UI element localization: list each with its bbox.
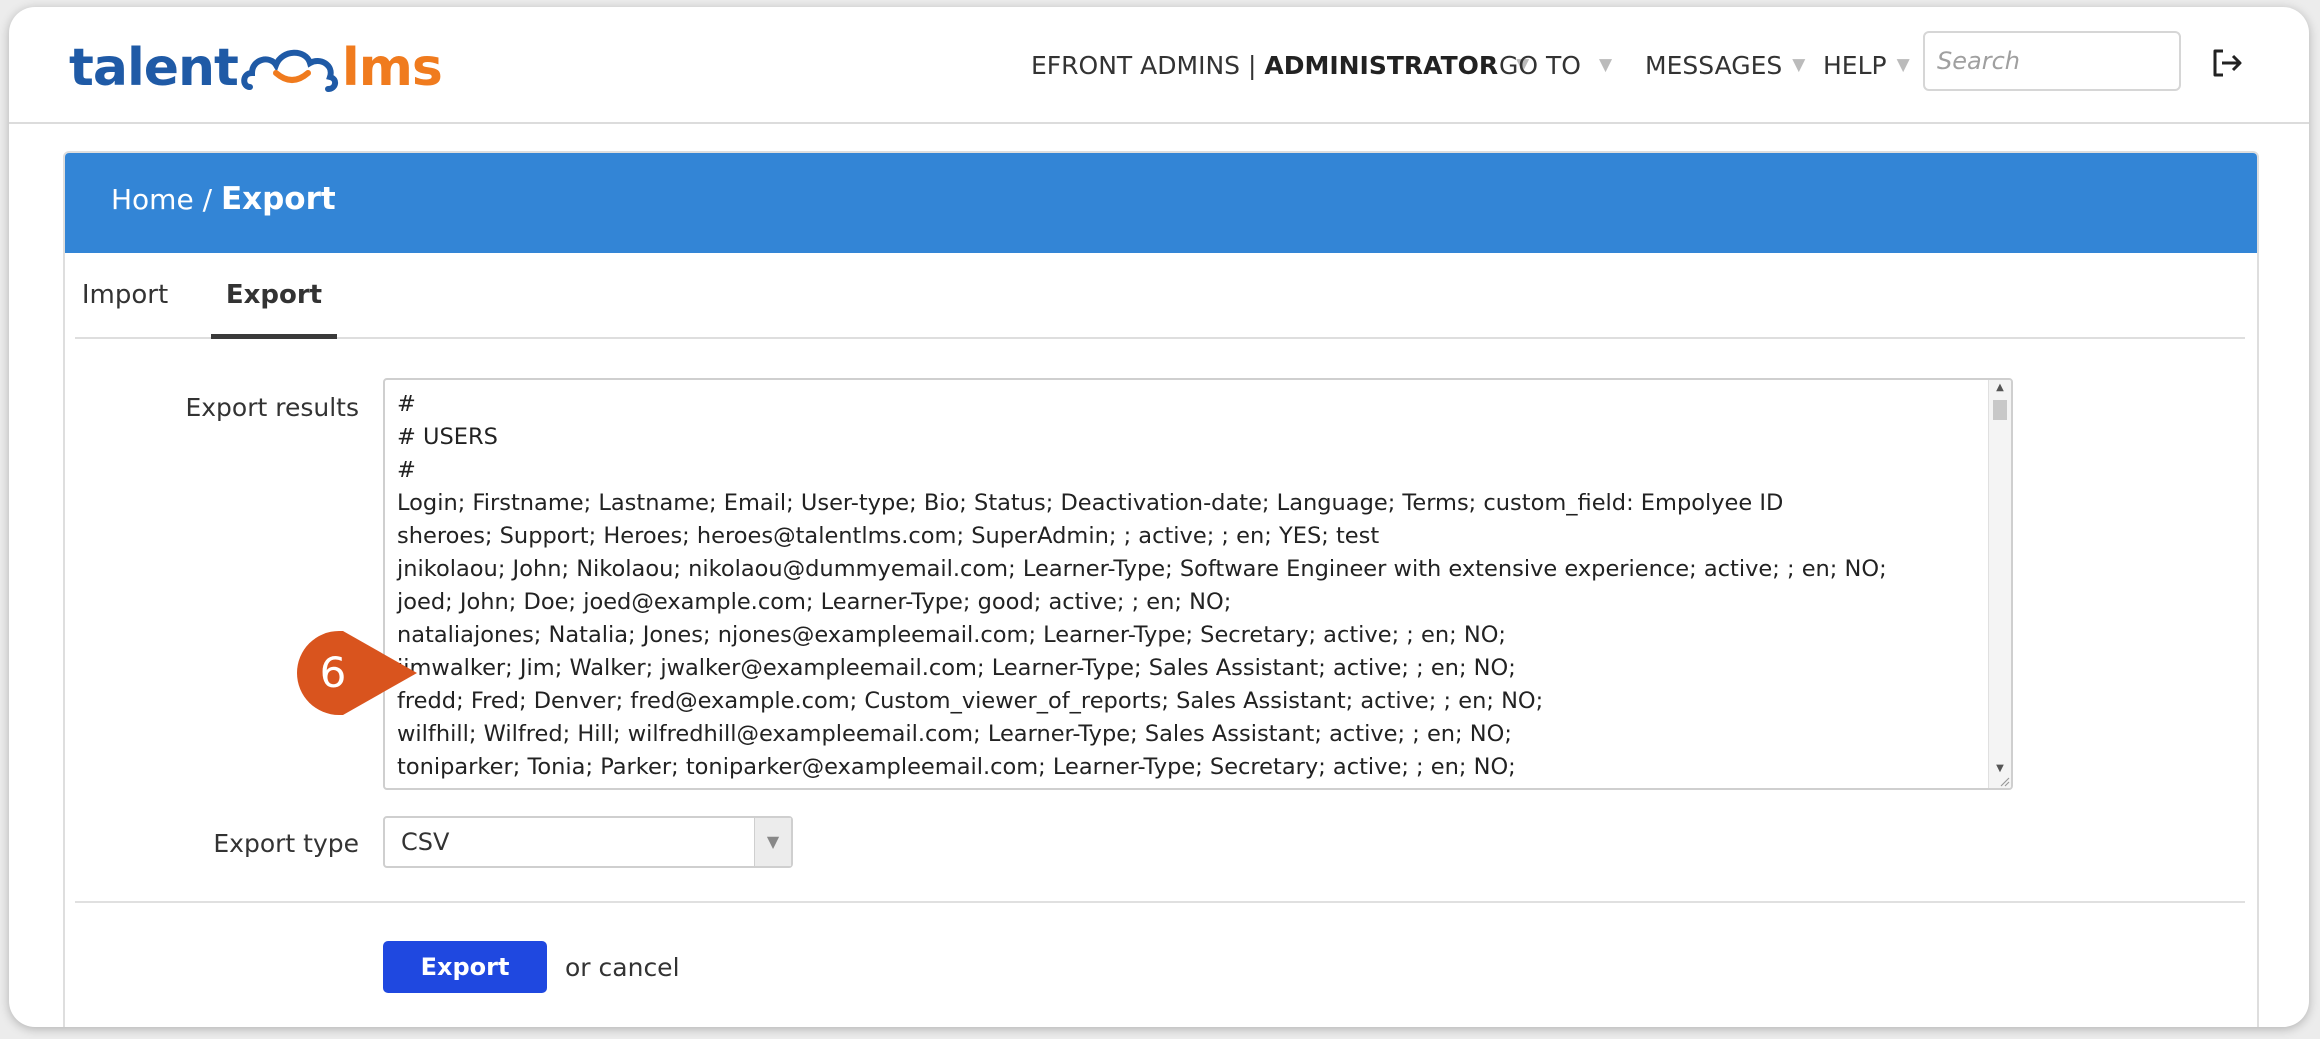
cloud-smile-icon bbox=[241, 49, 338, 92]
or-text: or bbox=[565, 953, 591, 982]
nav-goto-menu[interactable]: GO TO ▼ bbox=[1499, 45, 1612, 85]
scrollbar-thumb[interactable] bbox=[1993, 400, 2007, 420]
resize-handle-icon[interactable] bbox=[1998, 775, 2010, 787]
top-bar: talent lms EFRONT ADMINS | ADMINISTRATOR… bbox=[9, 7, 2309, 124]
nav-goto-label: GO TO bbox=[1499, 50, 1581, 80]
logo-text-right: lms bbox=[341, 38, 443, 98]
chevron-down-icon[interactable]: ▼ bbox=[754, 818, 791, 866]
step-callout-badge: 6 bbox=[297, 631, 417, 715]
form-divider bbox=[75, 901, 2245, 903]
cancel-link[interactable]: cancel bbox=[599, 953, 680, 982]
logout-icon[interactable] bbox=[2209, 45, 2245, 81]
tab-export[interactable]: Export bbox=[211, 253, 337, 339]
nav-help-label: HELP bbox=[1823, 50, 1887, 80]
page-title: Export bbox=[220, 181, 336, 217]
card-header: Home / Export bbox=[65, 153, 2257, 253]
textarea-scrollbar[interactable]: ▲ ▼ bbox=[1988, 380, 2011, 788]
scroll-down-icon[interactable]: ▼ bbox=[1989, 763, 2011, 774]
step-number: 6 bbox=[320, 648, 347, 697]
app-window: talent lms EFRONT ADMINS | ADMINISTRATOR… bbox=[9, 7, 2309, 1027]
chevron-down-icon: ▼ bbox=[1896, 55, 1910, 75]
logo-text-left: talent bbox=[69, 38, 239, 98]
breadcrumb: Home / Export bbox=[111, 181, 336, 217]
nav-user-prefix: EFRONT ADMINS | bbox=[1031, 50, 1257, 80]
export-type-label: Export type bbox=[213, 829, 359, 858]
nav-messages-menu[interactable]: MESSAGES ▼ bbox=[1645, 45, 1805, 85]
breadcrumb-separator: / bbox=[202, 183, 213, 216]
nav-help-menu[interactable]: HELP ▼ bbox=[1823, 45, 1910, 85]
cancel-area: or cancel bbox=[565, 953, 680, 982]
scroll-up-icon[interactable]: ▲ bbox=[1989, 382, 2011, 393]
export-button[interactable]: Export bbox=[383, 941, 547, 993]
talentlms-logo[interactable]: talent lms bbox=[69, 33, 443, 103]
tab-import[interactable]: Import bbox=[75, 253, 175, 337]
nav-messages-label: MESSAGES bbox=[1645, 50, 1783, 80]
export-results-label: Export results bbox=[185, 393, 359, 422]
chevron-down-icon: ▼ bbox=[1792, 55, 1806, 75]
export-card: Home / Export Import Export Export resul… bbox=[63, 151, 2259, 1027]
chevron-down-icon: ▼ bbox=[1598, 55, 1613, 75]
nav-user-role: ADMINISTRATOR bbox=[1264, 50, 1499, 80]
export-type-value: CSV bbox=[401, 828, 450, 856]
nav-user-menu[interactable]: EFRONT ADMINS | ADMINISTRATOR ▼ bbox=[1031, 45, 1529, 85]
export-results-content[interactable]: # # USERS # Login; Firstname; Lastname; … bbox=[385, 380, 1985, 788]
tab-bar: Import Export bbox=[75, 253, 2245, 339]
breadcrumb-home-link[interactable]: Home bbox=[111, 183, 194, 216]
search-input[interactable] bbox=[1923, 31, 2181, 91]
export-results-textarea[interactable]: # # USERS # Login; Firstname; Lastname; … bbox=[383, 378, 2013, 790]
export-type-select[interactable]: CSV ▼ bbox=[383, 816, 793, 868]
